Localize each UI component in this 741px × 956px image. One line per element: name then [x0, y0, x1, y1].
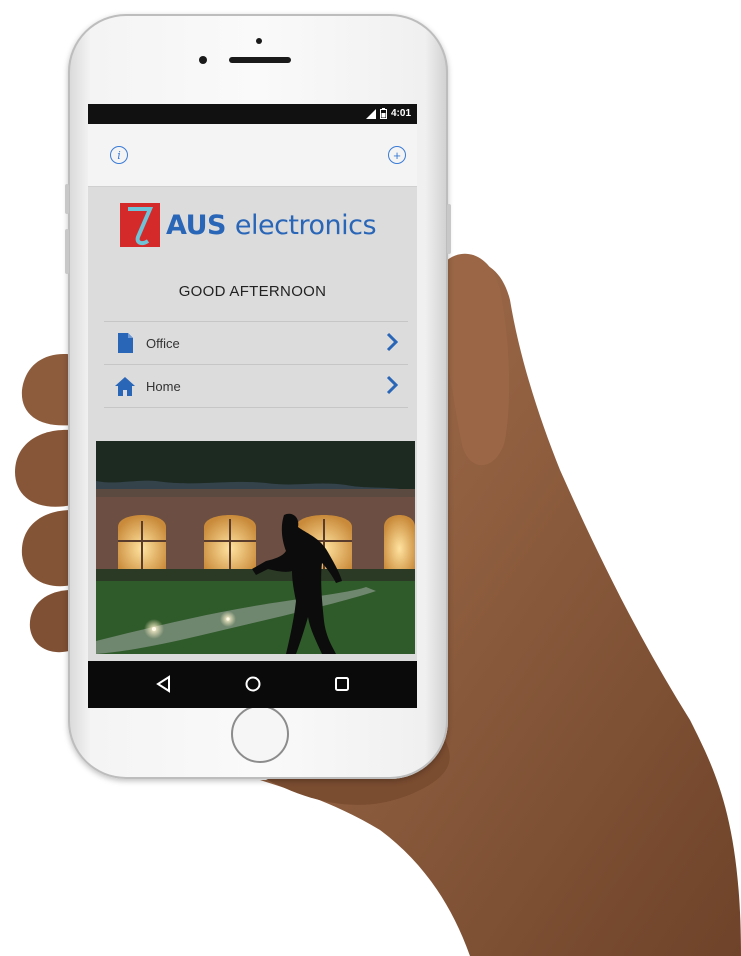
location-item-home[interactable]: Home	[104, 364, 408, 408]
signal-icon	[365, 108, 376, 119]
house-icon	[115, 377, 135, 396]
brand-name-bold: AUS	[166, 209, 226, 241]
info-icon[interactable]: i	[110, 146, 128, 164]
location-item-office[interactable]: Office	[104, 321, 408, 364]
power-button	[447, 204, 451, 254]
add-circle-icon[interactable]: +	[388, 146, 406, 164]
proximity-sensor	[256, 38, 262, 44]
main-content: AUS electronics GOOD AFTERNOON Office Ho…	[88, 187, 417, 708]
status-time: 4:01	[390, 108, 411, 119]
hero-photo	[96, 441, 415, 654]
chevron-right-icon[interactable]	[386, 375, 398, 395]
phone-screen: 4:01 i + AUS electronics GOOD AFTERNOON …	[88, 104, 417, 708]
location-label: Office	[146, 335, 180, 351]
chevron-right-icon[interactable]	[386, 332, 398, 352]
recents-square-icon[interactable]	[332, 674, 352, 694]
front-camera	[199, 56, 207, 64]
earpiece-speaker	[229, 57, 291, 63]
home-button[interactable]	[231, 705, 289, 763]
back-triangle-icon[interactable]	[154, 674, 174, 694]
home-circle-icon[interactable]	[243, 674, 263, 694]
brand-logo: AUS electronics	[120, 203, 377, 247]
location-list: Office Home	[104, 321, 408, 408]
brand-name-light: electronics	[234, 209, 377, 241]
battery-icon	[379, 108, 387, 119]
greeting-text: GOOD AFTERNOON	[178, 283, 327, 300]
location-label: Home	[146, 378, 181, 394]
volume-button	[65, 229, 69, 274]
android-nav-bar	[88, 661, 417, 708]
document-icon	[118, 333, 133, 353]
app-toolbar: i +	[88, 124, 417, 187]
brand-name: AUS electronics	[166, 209, 377, 241]
status-bar: 4:01	[88, 104, 417, 124]
volume-button	[65, 184, 69, 214]
scene: 4:01 i + AUS electronics GOOD AFTERNOON …	[0, 0, 741, 956]
logo-mark-icon	[120, 203, 160, 247]
